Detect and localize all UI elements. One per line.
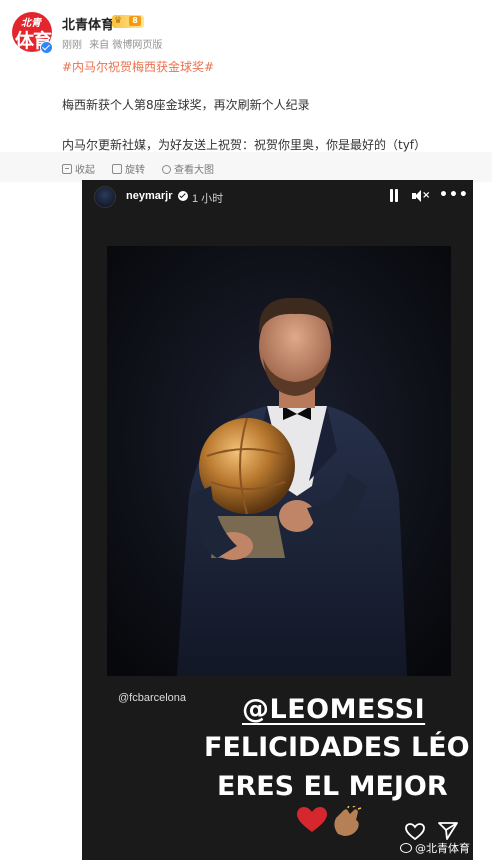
view-large-label: 查看大图 xyxy=(174,165,214,176)
account-name[interactable]: 北青体育 xyxy=(62,14,114,33)
caption-line-2: ERES EL MEJOR xyxy=(217,771,448,802)
watermark-text: @北青体育 xyxy=(415,842,470,855)
hashtag-link[interactable]: #内马尔祝贺梅西获金球奖# xyxy=(62,58,214,75)
post-source: 来自 微博网页版 xyxy=(89,40,163,51)
crown-icon: ♛ xyxy=(114,16,123,26)
zoom-icon xyxy=(162,165,171,174)
collapse-label: 收起 xyxy=(75,165,95,176)
weibo-icon xyxy=(400,843,412,853)
vip-level: 8 xyxy=(129,16,141,26)
caption-line-1: FELICIDADES LÉO xyxy=(204,732,470,763)
more-icon: ••• xyxy=(439,187,469,203)
story-screenshot[interactable]: neymarjr 1 小时 × ••• @fcbarcelona @LEOMES… xyxy=(82,180,473,860)
like-heart-icon[interactable] xyxy=(405,823,425,841)
weibo-watermark: @北青体育 xyxy=(400,840,470,856)
story-username: neymarjr xyxy=(126,190,173,202)
rotate-icon xyxy=(112,164,122,174)
story-verified-icon xyxy=(178,191,188,201)
rotate-label: 旋转 xyxy=(125,165,145,176)
image-action-bar: 收起 旋转 查看大图 xyxy=(0,152,492,182)
send-icon[interactable] xyxy=(438,821,458,841)
post-text-line-2: 内马尔更新社媒，为好友送上祝贺：祝贺你里奥，你是最好的（tyf） xyxy=(62,138,427,152)
collapse-icon xyxy=(62,164,72,174)
story-handle: @fcbarcelona xyxy=(118,692,187,704)
vip-badge[interactable]: ♛ 8 xyxy=(112,15,144,28)
verified-badge-icon xyxy=(40,41,53,54)
story-avatar xyxy=(94,186,116,208)
story-time: 1 小时 xyxy=(192,193,224,205)
clapping-hands-emoji-icon xyxy=(334,806,362,836)
collapse-button[interactable]: 收起 xyxy=(62,161,95,176)
messi-ballon-dor-photo xyxy=(107,246,451,676)
post-time[interactable]: 刚刚 xyxy=(62,40,82,51)
pause-icon xyxy=(388,189,400,203)
mention-sticker[interactable]: @LEOMESSI xyxy=(242,694,425,725)
post-meta: 刚刚 来自 微博网页版 xyxy=(62,36,166,51)
rotate-button[interactable]: 旋转 xyxy=(112,161,145,176)
view-large-button[interactable]: 查看大图 xyxy=(162,161,214,176)
post-text-line-1: 梅西新获个人第8座金球奖，再次刷新个人纪录 xyxy=(62,98,310,112)
mute-icon: × xyxy=(412,189,430,203)
heart-emoji-icon xyxy=(297,807,327,832)
